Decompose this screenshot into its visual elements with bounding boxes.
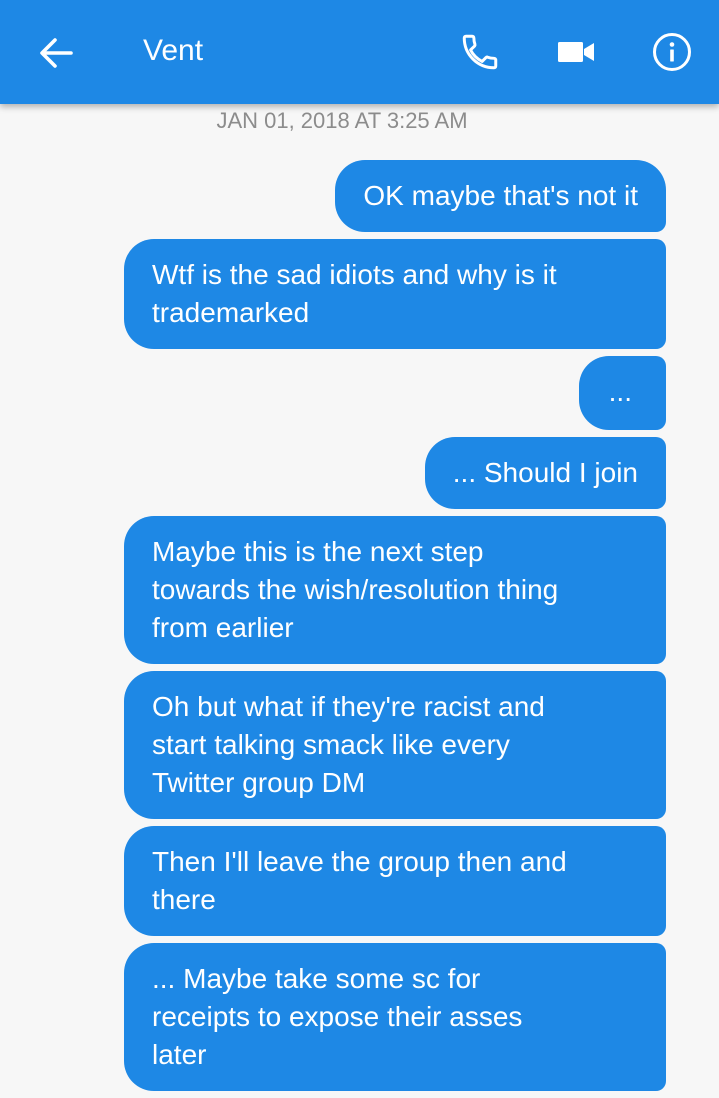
arrow-left-icon bbox=[40, 38, 73, 68]
message-bubble[interactable]: Oh but what if they're racist and start … bbox=[124, 671, 666, 819]
video-camera-icon bbox=[558, 42, 594, 62]
conversation-title[interactable]: Vent bbox=[143, 30, 203, 72]
phone-icon bbox=[462, 34, 498, 70]
message-thread: OK maybe that's not it Wtf is the sad id… bbox=[0, 160, 666, 1098]
back-button[interactable] bbox=[34, 31, 78, 75]
message-bubble[interactable]: Wtf is the sad idiots and why is it trad… bbox=[124, 239, 666, 349]
message-bubble[interactable]: OK maybe that's not it bbox=[335, 160, 666, 232]
message-timestamp: JAN 01, 2018 AT 3:25 AM bbox=[216, 108, 468, 133]
message-bubble[interactable]: Maybe this is the next step towards the … bbox=[124, 516, 666, 664]
call-button[interactable] bbox=[454, 26, 506, 78]
app-bar: Vent bbox=[0, 0, 719, 104]
video-call-button[interactable] bbox=[550, 26, 602, 78]
message-bubble[interactable]: ... Maybe take some sc for receipts to e… bbox=[124, 943, 666, 1091]
message-bubble[interactable]: ... bbox=[578, 356, 666, 430]
message-bubble[interactable]: Then I'll leave the group then and there bbox=[124, 826, 666, 936]
message-bubble[interactable]: ... Should I join bbox=[424, 437, 666, 509]
info-icon bbox=[653, 33, 691, 71]
info-button[interactable] bbox=[646, 26, 698, 78]
